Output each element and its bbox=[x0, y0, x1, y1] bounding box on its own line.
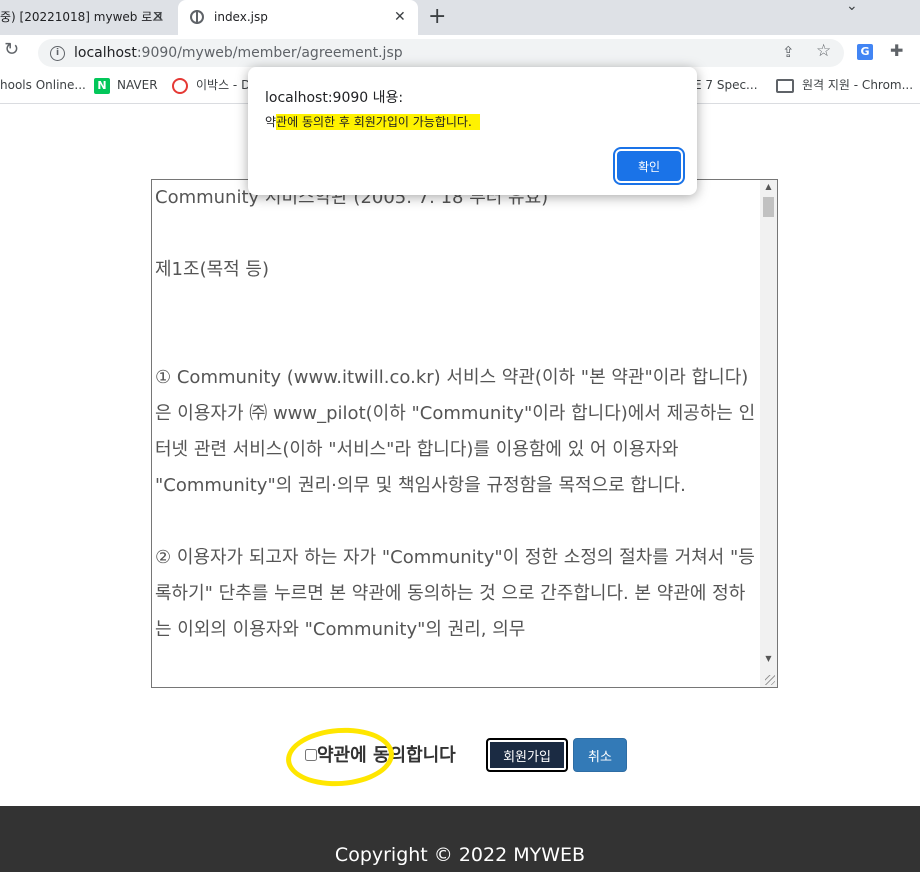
alert-dialog: localhost:9090 내용: 약관에 동의한 후 회원가입이 가능합니다… bbox=[248, 67, 697, 195]
footer: Copyright © 2022 MYWEB bbox=[0, 806, 920, 872]
remote-desktop-icon bbox=[776, 78, 794, 93]
bookmark-java-ee[interactable]: E 7 Spec... bbox=[694, 71, 758, 99]
scrollbar-thumb[interactable] bbox=[763, 197, 774, 217]
browser-tab-strip: 중) [20221018] myweb 로그 ✕ index.jsp ✕ + ⌄ bbox=[0, 0, 920, 35]
tab-title: index.jsp bbox=[214, 10, 268, 24]
tab-search-chevron-icon[interactable]: ⌄ bbox=[846, 0, 858, 14]
terms-paragraph: ② 이용자가 되고자 하는 자가 "Community"이 정한 소정의 절차를… bbox=[155, 547, 755, 640]
tab-index-jsp[interactable]: index.jsp ✕ bbox=[178, 0, 418, 35]
scroll-down-arrow-icon[interactable]: ▼ bbox=[760, 654, 777, 663]
terms-textarea[interactable]: Community 서비스약관 (2005. 7. 18 부터 유효) 제1조(… bbox=[151, 179, 778, 688]
bookmark-label: 이박스 - D bbox=[196, 78, 251, 92]
url-host: localhost bbox=[74, 45, 137, 61]
terms-paragraph: 제1조(목적 등) bbox=[155, 259, 270, 280]
footer-copyright: Copyright © 2022 MYWEB bbox=[334, 844, 586, 866]
reload-icon[interactable]: ↻ bbox=[4, 39, 19, 60]
alert-title: localhost:9090 내용: bbox=[265, 90, 404, 106]
address-bar-row: ↻ i localhost:9090/myweb/member/agreemen… bbox=[0, 35, 920, 71]
url-path: :9090/myweb/member/agreement.jsp bbox=[136, 45, 403, 61]
bookmark-label: 원격 지원 - Chrom... bbox=[802, 78, 914, 92]
alert-message: 약관에 동의한 후 회원가입이 가능합니다. bbox=[265, 113, 480, 130]
naver-icon: N bbox=[94, 77, 110, 94]
terms-paragraph bbox=[155, 216, 757, 252]
tab-close-icon[interactable]: ✕ bbox=[152, 0, 164, 35]
terms-text: Community 서비스약관 (2005. 7. 18 부터 유효) 제1조(… bbox=[155, 180, 757, 648]
agree-label: 약관에 동의합니다 bbox=[317, 745, 456, 766]
alert-message-highlighted: 관에 동의한 후 회원가입이 가능합니다. bbox=[276, 114, 480, 130]
terms-paragraph: ① Community (www.itwill.co.kr) 서비스 약관(이하… bbox=[155, 367, 756, 496]
alert-message-lead: 약 bbox=[265, 115, 277, 129]
extensions-puzzle-icon[interactable]: ✚ bbox=[890, 41, 903, 60]
join-button[interactable]: 회원가입 bbox=[486, 738, 568, 772]
terms-paragraph bbox=[155, 288, 757, 324]
new-tab-button[interactable]: + bbox=[428, 4, 446, 30]
scroll-up-arrow-icon[interactable]: ▲ bbox=[760, 182, 777, 191]
ebak-icon bbox=[172, 77, 188, 94]
agree-checkbox[interactable] bbox=[305, 749, 317, 761]
bookmark-naver[interactable]: N NAVER bbox=[94, 71, 158, 99]
bookmark-star-icon[interactable]: ☆ bbox=[816, 41, 831, 61]
terms-scrollbar[interactable]: ▲ ▼ bbox=[760, 180, 777, 687]
globe-icon bbox=[190, 10, 204, 24]
bookmark-label: E 7 Spec... bbox=[694, 78, 758, 92]
bookmark-label: hools Online... bbox=[0, 78, 86, 92]
tab-close-icon[interactable]: ✕ bbox=[394, 0, 406, 35]
resize-grip-icon[interactable] bbox=[765, 675, 775, 685]
url-text[interactable]: localhost:9090/myweb/member/agreement.js… bbox=[74, 39, 403, 67]
share-icon[interactable]: ⇪ bbox=[782, 43, 795, 61]
bookmark-label: NAVER bbox=[117, 78, 158, 92]
terms-paragraph bbox=[155, 504, 757, 540]
omnibox[interactable]: i localhost:9090/myweb/member/agreement.… bbox=[38, 39, 844, 67]
tab-myweb-login[interactable]: 중) [20221018] myweb 로그 ✕ bbox=[0, 0, 170, 35]
alert-ok-button[interactable]: 확인 bbox=[617, 151, 681, 181]
tab-title: 중) [20221018] myweb 로그 bbox=[0, 10, 164, 24]
bookmark-w3schools[interactable]: hools Online... bbox=[0, 71, 86, 99]
terms-paragraph bbox=[155, 324, 757, 360]
site-info-icon[interactable]: i bbox=[50, 46, 65, 61]
translate-extension-icon[interactable]: G bbox=[857, 44, 873, 60]
cancel-button[interactable]: 취소 bbox=[573, 738, 627, 772]
bookmark-ebak[interactable]: 이박스 - D bbox=[172, 71, 250, 99]
bookmark-remote-support[interactable]: 원격 지원 - Chrom... bbox=[776, 71, 913, 99]
